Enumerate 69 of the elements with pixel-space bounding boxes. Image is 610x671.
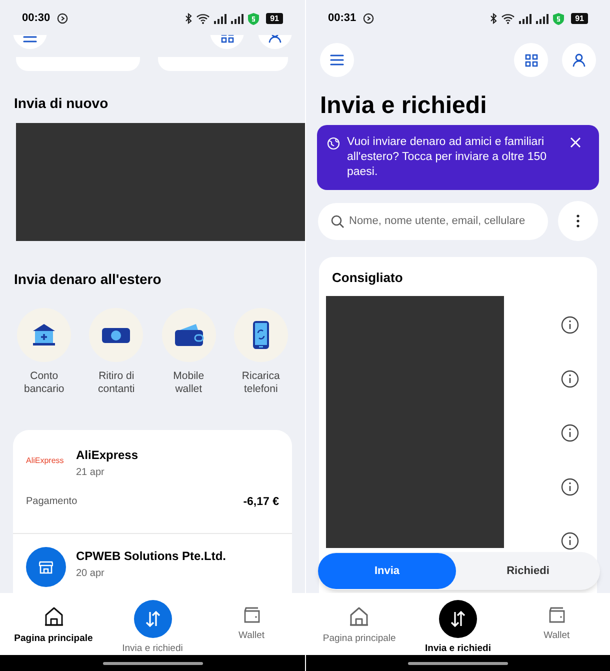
battery-indicator: 91 xyxy=(571,13,588,24)
section-title: Consigliato xyxy=(331,269,404,287)
menu-icon xyxy=(330,54,344,66)
promo-banner[interactable]: Vuoi inviare denaro ad amici e familiari all'estero? Tocca per inviare a oltre 150 paesi. xyxy=(317,125,599,190)
nav-tab[interactable]: Wallet xyxy=(202,593,301,644)
transaction-amount: -6,17 € xyxy=(243,495,279,510)
signal-icon xyxy=(536,14,550,24)
nav-tab[interactable]: Invia e richiedi xyxy=(408,593,508,656)
play-circle-icon xyxy=(363,13,374,24)
globe-icon xyxy=(327,137,340,150)
info-icon[interactable] xyxy=(561,532,579,550)
menu-button[interactable] xyxy=(320,43,354,77)
toggle-tab[interactable]: Richiedi xyxy=(456,553,600,589)
section-title: Invia di nuovo xyxy=(13,94,110,113)
merchant-logo: AliExpress xyxy=(26,455,65,467)
transfer-option[interactable]: Mobile wallet xyxy=(152,308,225,396)
signal-icon xyxy=(519,14,532,24)
home-icon xyxy=(44,607,64,626)
transaction-date: 20 apr xyxy=(76,567,106,582)
qr-code-button[interactable] xyxy=(514,43,548,77)
signal-icon xyxy=(231,14,244,24)
search-field[interactable]: Nome, nome utente, email, cellulare xyxy=(318,202,548,240)
send-button[interactable] xyxy=(439,600,477,638)
transaction-date: 21 apr xyxy=(76,466,106,480)
user-icon xyxy=(572,53,586,67)
nav-tab[interactable]: Pagina principale xyxy=(310,593,409,646)
transfer-arrows-icon xyxy=(449,610,467,628)
home-icon xyxy=(349,607,370,626)
shield-icon xyxy=(553,12,564,24)
status-time: 00:31 xyxy=(328,11,356,26)
info-icon[interactable] xyxy=(561,316,579,334)
banner-text: Vuoi inviare denaro ad amici e familiari all'estero? Tocca per inviare a oltre 150 paesi. xyxy=(347,135,548,180)
store-icon xyxy=(26,547,66,588)
toggle-tab[interactable]: Invia xyxy=(318,553,456,589)
transfer-option[interactable]: Conto bancario xyxy=(8,308,80,396)
signal-icon xyxy=(214,14,228,24)
info-icon[interactable] xyxy=(561,424,579,442)
status-time: 00:30 xyxy=(22,11,50,26)
wifi-icon xyxy=(196,13,210,24)
play-circle-icon xyxy=(57,13,68,24)
transaction-type: Pagamento xyxy=(26,495,78,509)
info-icon[interactable] xyxy=(561,370,579,388)
qr-code-icon xyxy=(524,54,538,66)
battery-indicator: 91 xyxy=(266,13,283,24)
merchant-name: AliExpress xyxy=(76,447,138,464)
bluetooth-icon xyxy=(490,13,498,24)
transfer-arrows-icon xyxy=(144,610,162,628)
nav-tab[interactable]: Invia e richiedi xyxy=(103,593,202,656)
close-button[interactable] xyxy=(570,137,581,148)
wifi-icon xyxy=(501,13,516,24)
more-options-icon xyxy=(576,214,580,228)
bluetooth-icon xyxy=(185,13,192,24)
merchant-name: CPWEB Solutions Pte.Ltd. xyxy=(76,548,226,566)
banknote-icon xyxy=(101,325,132,345)
transfer-option[interactable]: Ritiro di contanti xyxy=(80,308,152,396)
info-icon[interactable] xyxy=(561,478,579,496)
transfer-option[interactable]: Ricarica telefoni xyxy=(224,308,297,396)
nav-tab[interactable]: Wallet xyxy=(507,593,606,644)
wallet-icon xyxy=(548,607,566,623)
profile-button[interactable] xyxy=(562,43,596,77)
shield-icon xyxy=(248,12,260,24)
section-title: Invia denaro all'estero xyxy=(13,270,162,289)
page-title: Invia e richiedi xyxy=(319,91,488,121)
nav-tab[interactable]: Pagina principale xyxy=(4,593,103,646)
wallet-icon xyxy=(174,323,204,347)
search-icon xyxy=(331,214,344,228)
bank-icon xyxy=(31,322,58,348)
phone-icon xyxy=(252,320,270,350)
wallet-icon xyxy=(242,607,260,623)
